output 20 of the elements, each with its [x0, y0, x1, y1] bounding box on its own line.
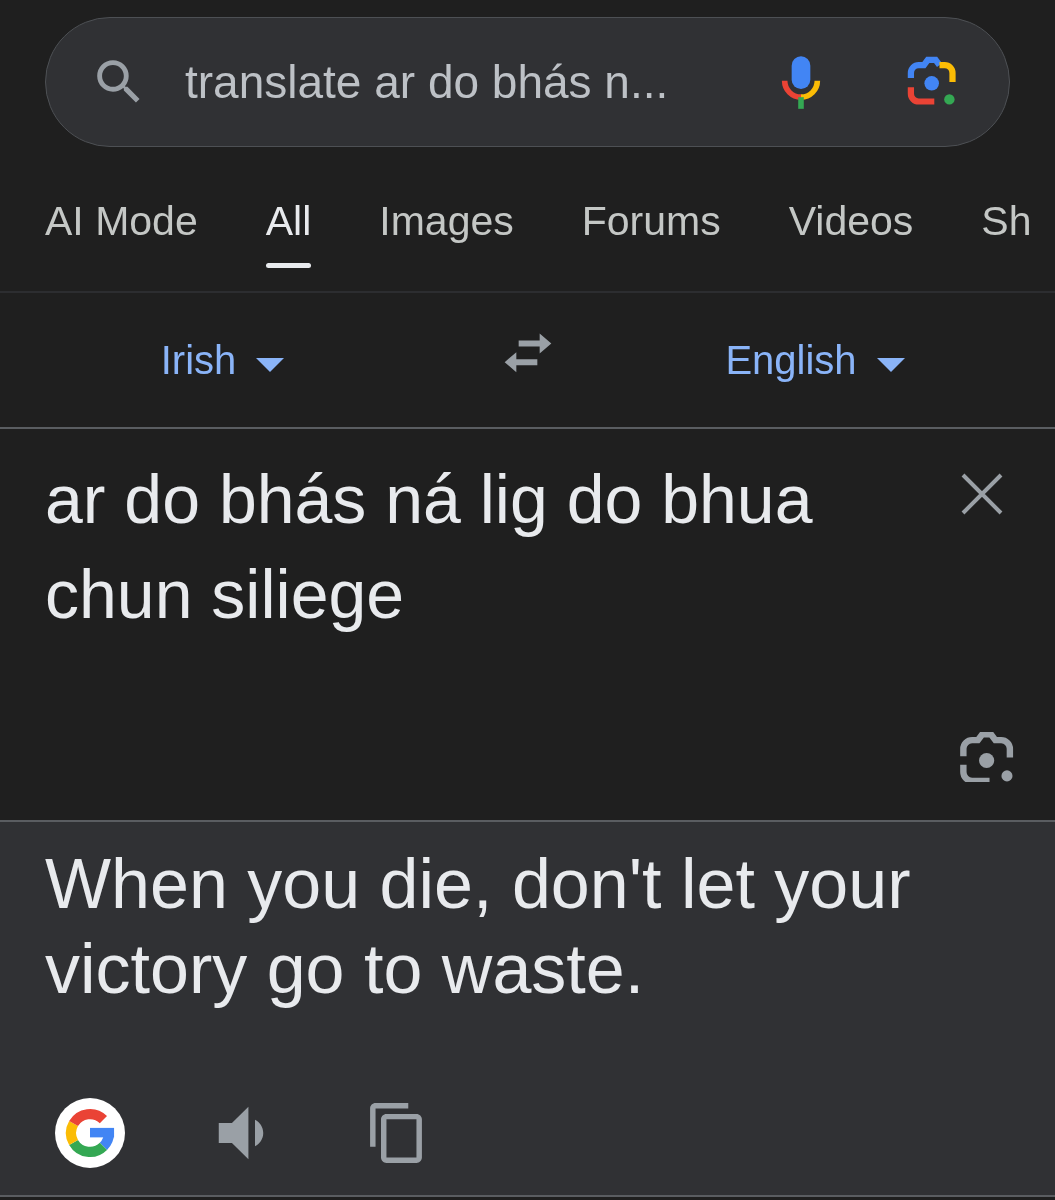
caret-icon: [876, 358, 905, 372]
search-tab[interactable]: AI Mode: [45, 197, 198, 268]
close-icon[interactable]: [960, 472, 1004, 516]
search-query: translate ar do bhás n...: [185, 55, 670, 110]
search-field[interactable]: translate ar do bhás n...: [45, 17, 1010, 147]
source-text-input[interactable]: ar do bhás ná lig do bhua chun siliege: [45, 452, 940, 642]
search-tab[interactable]: Sh: [981, 197, 1032, 268]
target-language-button[interactable]: English: [725, 336, 905, 384]
search-tab[interactable]: Videos: [788, 197, 914, 268]
translation-text: When you die, don't let your victory go to waste.: [45, 844, 912, 1010]
camera-icon[interactable]: [960, 732, 1015, 782]
source-language-button[interactable]: Irish: [160, 336, 285, 384]
search-tab[interactable]: All: [265, 197, 312, 268]
g-logo-icon[interactable]: [55, 1098, 125, 1168]
caret-icon: [256, 358, 285, 372]
search-tab[interactable]: Images: [379, 197, 514, 268]
search-icon: [96, 59, 142, 105]
copy-icon[interactable]: [369, 1103, 423, 1163]
camera-search-icon[interactable]: [907, 56, 959, 108]
search-tab[interactable]: Forums: [581, 197, 721, 268]
